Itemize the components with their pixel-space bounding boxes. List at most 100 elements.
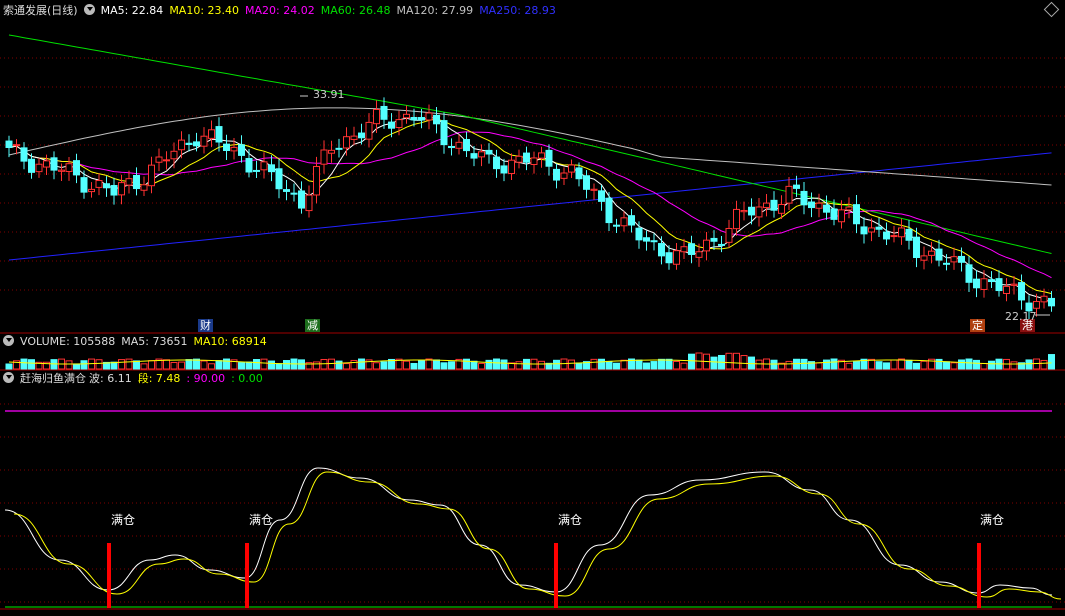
ma5-line xyxy=(8,116,1052,304)
candle-body xyxy=(965,264,973,283)
volume-bar xyxy=(725,352,733,370)
signal-bar xyxy=(977,543,981,608)
candle-body xyxy=(920,255,928,261)
volume-bar xyxy=(748,356,755,370)
candle-body xyxy=(163,159,170,162)
indicator-wave-line xyxy=(4,467,1053,596)
candle-body xyxy=(508,159,515,174)
candle-body xyxy=(988,279,995,283)
candle-body xyxy=(410,117,418,121)
candle-body xyxy=(1040,295,1048,303)
volume-bar xyxy=(740,355,748,370)
volume-bar xyxy=(95,359,103,370)
candle-body xyxy=(725,227,733,243)
candle-body xyxy=(185,142,193,146)
volume-bar xyxy=(823,359,830,370)
volume-bar xyxy=(800,358,808,370)
candle-body xyxy=(350,135,358,140)
volume-bar xyxy=(5,363,13,370)
candle-body xyxy=(260,161,268,171)
candle-body xyxy=(658,243,665,257)
volume-bar xyxy=(335,360,343,370)
indicator-seg: 段: 7.48 xyxy=(137,372,181,385)
candle-body xyxy=(860,226,868,235)
candle-body xyxy=(470,153,478,159)
volume-bar xyxy=(65,360,73,370)
candle-body xyxy=(680,246,688,253)
candle-body xyxy=(763,202,770,209)
volume-bar xyxy=(958,359,965,370)
candle-body xyxy=(598,190,605,202)
candle-body xyxy=(343,136,350,149)
candle-body xyxy=(140,184,148,191)
volume-bar xyxy=(575,362,583,370)
candle-body xyxy=(485,149,493,155)
candle-body xyxy=(815,202,823,209)
candle-body xyxy=(208,129,215,139)
volume-bar xyxy=(883,362,890,370)
candle-body xyxy=(268,164,275,173)
volume-bar xyxy=(875,361,883,370)
candle-body xyxy=(245,158,253,173)
candle-body xyxy=(928,250,935,256)
volume-bar xyxy=(658,358,665,370)
volume-bar xyxy=(433,359,440,370)
candle-body xyxy=(230,146,238,152)
event-tag-reduce[interactable]: 减 xyxy=(305,319,320,332)
volume-bar xyxy=(350,359,358,370)
candle-body xyxy=(373,109,380,125)
volume-bar xyxy=(403,360,410,370)
volume-bar xyxy=(200,360,208,370)
signal-label: 满仓 xyxy=(980,513,1005,527)
candle-body xyxy=(688,243,695,255)
volume-bar xyxy=(215,360,223,370)
candle-body xyxy=(223,143,230,152)
volume-bar xyxy=(238,362,245,370)
candle-body xyxy=(365,121,373,140)
candle-body xyxy=(200,135,208,147)
candle-body xyxy=(103,183,110,189)
volume-bar xyxy=(785,360,793,370)
stock-title[interactable]: 索通发展(日线) xyxy=(3,4,78,17)
candle-body xyxy=(80,177,88,193)
candle-body xyxy=(388,121,395,129)
candle-body xyxy=(673,250,680,265)
volume-bar xyxy=(253,359,260,370)
volume-bar xyxy=(643,362,650,370)
ma60-line xyxy=(8,34,1052,254)
candle-body xyxy=(320,149,328,165)
candle-body xyxy=(148,164,155,187)
candle-body xyxy=(283,189,290,192)
volume-bar xyxy=(275,363,283,370)
chart-canvas[interactable] xyxy=(0,0,1065,616)
volume-bar xyxy=(245,361,253,370)
candle-body xyxy=(1010,283,1018,286)
candle-body xyxy=(193,141,200,147)
ma20-line xyxy=(8,131,1052,279)
candle-body xyxy=(995,278,1003,292)
candle-body xyxy=(935,248,943,261)
candle-body xyxy=(733,208,740,230)
candle-body xyxy=(875,226,883,230)
candle-body xyxy=(778,203,785,214)
volume-bar xyxy=(853,360,860,370)
dropdown-icon[interactable] xyxy=(83,4,95,15)
volume-bar xyxy=(1048,354,1055,370)
candle-body xyxy=(275,168,283,190)
candle-body xyxy=(13,144,20,147)
dropdown-icon[interactable] xyxy=(3,335,14,346)
candle-body xyxy=(545,149,553,167)
volume-bar xyxy=(665,358,673,370)
volume-bar xyxy=(605,360,613,370)
candle-body xyxy=(463,139,470,152)
dropdown-icon[interactable] xyxy=(3,372,14,383)
event-tag-fix[interactable]: 定 xyxy=(970,319,985,332)
volume-bar xyxy=(178,361,185,370)
event-tag-fin[interactable]: 财 xyxy=(198,319,213,332)
volume-bar xyxy=(965,358,973,370)
candle-body xyxy=(845,206,853,211)
volume-bar xyxy=(673,360,680,370)
indicator-panel-header: 赶海归鱼满仓 波: 6.11 段: 7.48: 90.00: 0.00 xyxy=(3,371,269,387)
candle-body xyxy=(755,206,763,218)
volume-bar xyxy=(418,359,425,370)
